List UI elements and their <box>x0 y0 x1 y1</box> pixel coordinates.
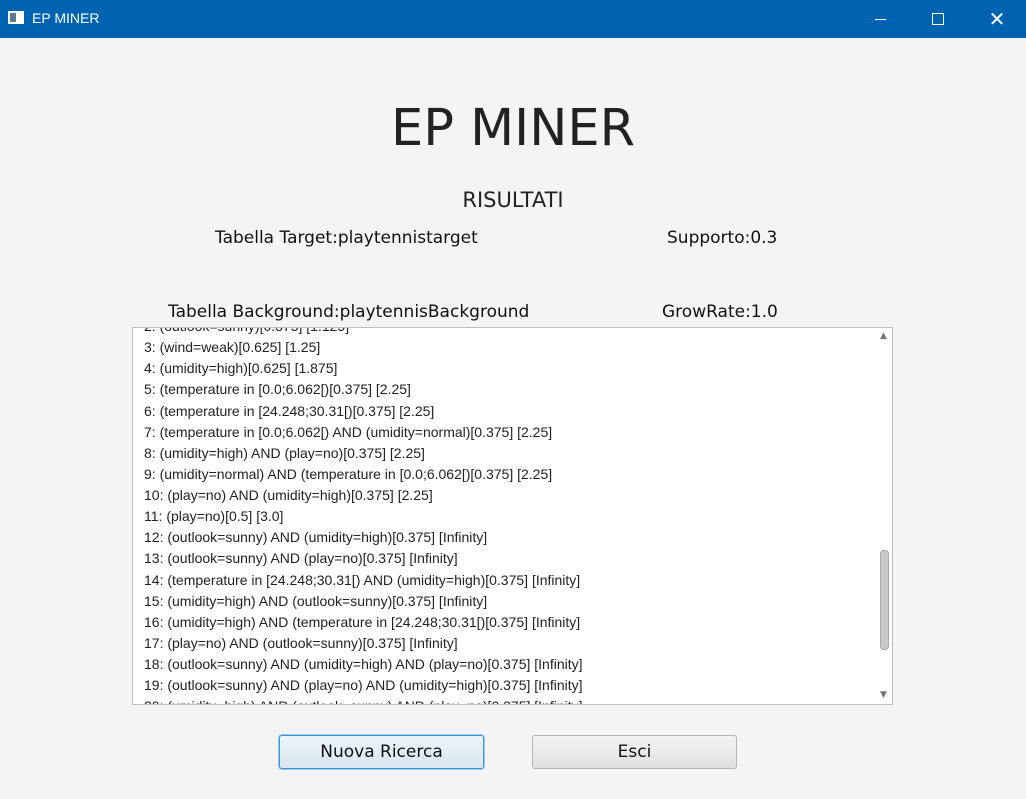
result-line: 5: (temperature in [0.0;6.062[)[0.375] [… <box>144 381 411 398</box>
scroll-up-icon[interactable]: ▲ <box>880 332 887 341</box>
maximize-button[interactable] <box>908 0 968 38</box>
target-table-label: Tabella Target:playtennistarget <box>215 228 478 248</box>
close-icon: ✕ <box>988 7 1006 31</box>
result-line: 6: (temperature in [24.248;30.31[)[0.375… <box>144 402 435 419</box>
result-line: 11: (play=no)[0.5] [3.0] <box>144 508 284 525</box>
result-line: 18: (outlook=sunny) AND (umidity=high) A… <box>144 656 583 672</box>
growrate-label: GrowRate:1.0 <box>662 302 778 322</box>
background-table-label: Tabella Background:playtennisBackground <box>168 302 530 322</box>
exit-button[interactable]: Esci <box>532 735 737 769</box>
result-line: 16: (umidity=high) AND (temperature in [… <box>144 613 581 630</box>
close-button[interactable]: ✕ <box>967 0 1026 38</box>
result-line: 15: (umidity=high) AND (outlook=sunny)[0… <box>144 592 488 609</box>
results-lines: 2: (outlook=sunny)[0.375] [1.125] 3: (win… <box>133 328 874 704</box>
vertical-scrollbar[interactable]: ▲ ▼ <box>876 328 892 704</box>
result-line: 7: (temperature in [0.0;6.062[) AND (umi… <box>144 423 553 440</box>
new-search-button[interactable]: Nuova Ricerca <box>279 735 484 769</box>
page-subtitle: RISULTATI <box>462 188 564 212</box>
support-label: Supporto:0.3 <box>667 228 778 248</box>
result-line: 17: (play=no) AND (outlook=sunny)[0.375]… <box>144 634 458 651</box>
result-line: 10: (play=no) AND (umidity=high)[0.375] … <box>144 487 433 503</box>
title-bar: EP MINER ✕ <box>0 0 1026 38</box>
result-line: 19: (outlook=sunny) AND (play=no) AND (u… <box>144 677 583 694</box>
result-line: 2: (outlook=sunny)[0.375] [1.125] <box>133 328 874 337</box>
results-text-area[interactable]: 2: (outlook=sunny)[0.375] [1.125] 3: (win… <box>132 327 893 705</box>
result-line: 13: (outlook=sunny) AND (play=no)[0.375]… <box>144 550 458 567</box>
minimize-icon <box>874 18 886 20</box>
result-line: 20: (umidity=high) AND (outlook=sunny) A… <box>133 696 874 704</box>
page-title: EP MINER <box>390 99 636 158</box>
maximize-icon <box>932 13 944 25</box>
scroll-down-icon[interactable]: ▼ <box>880 691 887 700</box>
result-line: 3: (wind=weak)[0.625] [1.25] <box>144 339 321 356</box>
scrollbar-thumb[interactable] <box>880 550 889 650</box>
result-line: 8: (umidity=high) AND (play=no)[0.375] [… <box>144 444 425 461</box>
result-line: 12: (outlook=sunny) AND (umidity=high)[0… <box>144 529 488 546</box>
result-line: 4: (umidity=high)[0.625] [1.875] <box>144 360 338 377</box>
window-title: EP MINER <box>32 10 100 26</box>
result-line: 9: (umidity=normal) AND (temperature in … <box>144 465 553 482</box>
app-window-icon <box>8 11 24 24</box>
result-line: 14: (temperature in [24.248;30.31[) AND … <box>144 571 581 588</box>
minimize-button[interactable] <box>850 0 910 38</box>
